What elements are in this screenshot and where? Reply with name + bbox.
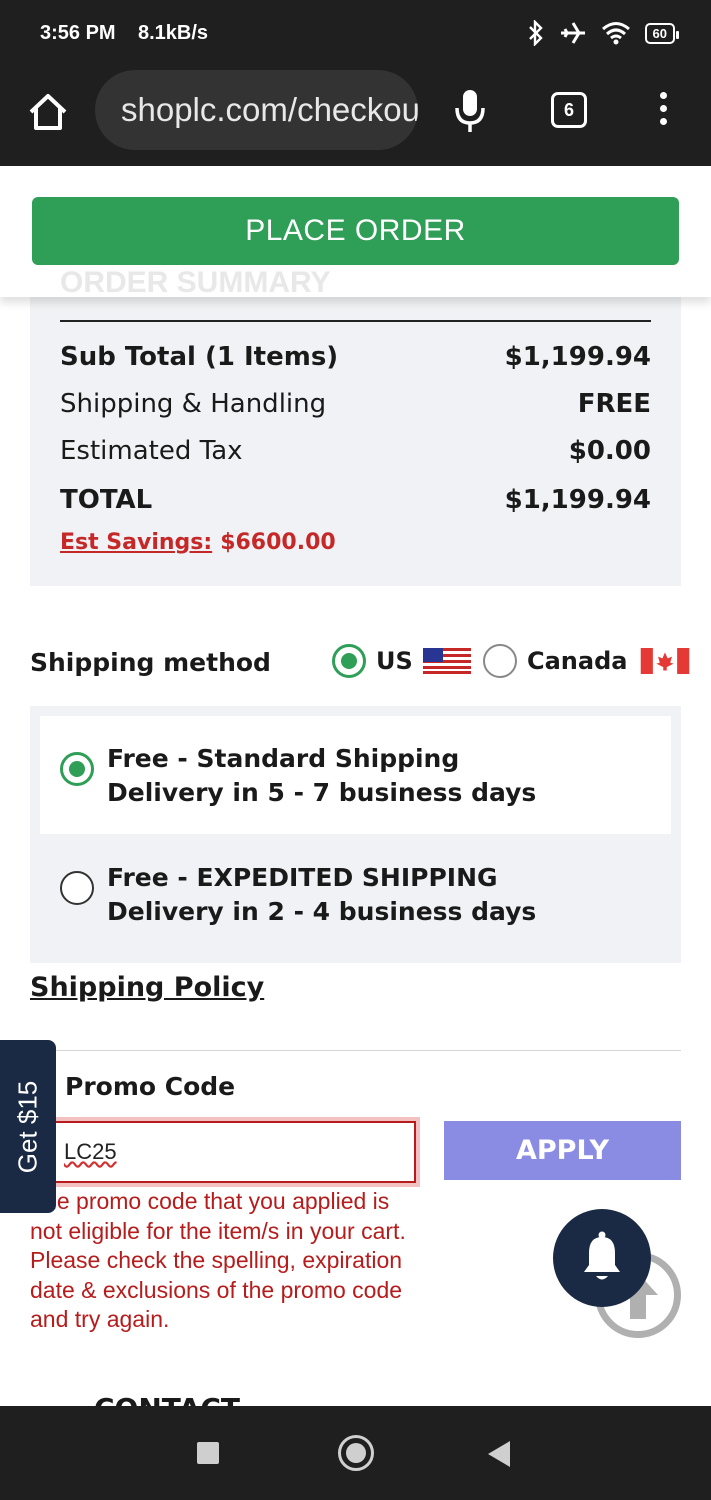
radio-canada[interactable] — [483, 644, 517, 678]
shipping-option-expedited[interactable]: Free - EXPEDITED SHIPPING Delivery in 2 … — [40, 835, 671, 953]
order-summary-title: ORDER SUMMARY — [60, 266, 331, 299]
battery-icon: 60 — [644, 22, 680, 44]
canada-flag-icon — [641, 648, 690, 674]
promo-code-label: Promo Code — [65, 1072, 236, 1101]
get-offer-tab[interactable]: Get $15 — [0, 1040, 56, 1213]
promo-code-value: LC25 — [64, 1139, 117, 1164]
shipping-option-text: Free - Standard Shipping Delivery in 5 -… — [107, 742, 536, 810]
order-summary-panel: Sub Total (1 Items) $1,199.94 Shipping &… — [30, 266, 681, 586]
total-value: $1,199.94 — [504, 485, 651, 515]
back-icon[interactable] — [488, 1441, 510, 1467]
radio-us[interactable] — [332, 644, 366, 678]
radio-expedited[interactable] — [60, 871, 94, 905]
shipping-option-title: Free - EXPEDITED SHIPPING — [107, 863, 498, 892]
apply-promo-button[interactable]: APPLY — [444, 1121, 681, 1180]
checkout-page: PLACE ORDER ORDER SUMMARY Sub Total (1 I… — [0, 166, 711, 1406]
browser-toolbar: shoplc.com/checkout 6 — [0, 68, 711, 166]
section-divider — [30, 1050, 681, 1051]
contact-section-title: CONTACT — [94, 1392, 240, 1406]
status-network-speed: 8.1kB/s — [138, 22, 209, 44]
total-label: TOTAL — [60, 485, 153, 515]
system-navigation-bar — [0, 1406, 711, 1500]
country-label-us: US — [376, 647, 413, 675]
shipping-options-panel: Free - Standard Shipping Delivery in 5 -… — [30, 706, 681, 963]
notification-bell-button[interactable] — [553, 1209, 651, 1307]
get-offer-label: Get $15 — [12, 1080, 43, 1173]
country-option-us[interactable]: US — [332, 644, 471, 678]
tax-label: Estimated Tax — [60, 436, 243, 466]
microphone-icon[interactable] — [452, 86, 488, 136]
status-icons: 60 — [527, 20, 680, 46]
est-savings-link[interactable]: Est Savings: — [60, 530, 212, 555]
url-text: shoplc.com/checkout — [121, 91, 418, 128]
tax-row: Estimated Tax $0.00 — [60, 436, 651, 466]
shipping-option-subtitle: Delivery in 5 - 7 business days — [107, 778, 537, 807]
est-savings-value: $6600.00 — [220, 530, 336, 555]
bell-icon — [584, 1231, 620, 1280]
shipping-label: Shipping & Handling — [60, 389, 327, 419]
subtotal-value: $1,199.94 — [504, 342, 651, 372]
radio-standard[interactable] — [60, 752, 94, 786]
shipping-option-standard[interactable]: Free - Standard Shipping Delivery in 5 -… — [40, 716, 671, 834]
shipping-value: FREE — [577, 389, 651, 419]
shipping-option-text: Free - EXPEDITED SHIPPING Delivery in 2 … — [107, 861, 536, 929]
wifi-icon — [601, 22, 630, 45]
address-bar[interactable]: shoplc.com/checkout — [95, 70, 418, 150]
shipping-policy-link[interactable]: Shipping Policy — [30, 972, 264, 1003]
shipping-row: Shipping & Handling FREE — [60, 389, 651, 419]
home-nav-icon[interactable] — [338, 1435, 374, 1471]
subtotal-row: Sub Total (1 Items) $1,199.94 — [60, 342, 651, 372]
us-flag-icon — [422, 648, 471, 674]
country-option-canada[interactable]: Canada — [483, 644, 693, 678]
summary-divider — [60, 320, 651, 322]
promo-error-message: The promo code that you applied is not e… — [30, 1188, 406, 1332]
shipping-method-label: Shipping method — [30, 648, 271, 677]
total-row: TOTAL $1,199.94 — [60, 485, 651, 515]
tax-value: $0.00 — [568, 436, 651, 466]
subtotal-label: Sub Total (1 Items) — [60, 342, 339, 372]
browser-menu-icon[interactable] — [656, 92, 670, 132]
est-savings: Est Savings: $6600.00 — [60, 530, 336, 555]
recents-icon[interactable] — [197, 1442, 219, 1464]
bluetooth-icon — [528, 20, 543, 46]
status-time: 3:56 PM — [40, 22, 116, 44]
airplane-icon — [560, 22, 585, 44]
home-icon[interactable] — [26, 90, 70, 134]
country-label-canada: Canada — [527, 647, 628, 675]
promo-code-input[interactable]: LC25 — [54, 1121, 416, 1183]
shipping-option-subtitle: Delivery in 2 - 4 business days — [107, 897, 537, 926]
tab-switcher-button[interactable]: 6 — [551, 92, 587, 128]
shipping-option-title: Free - Standard Shipping — [107, 744, 460, 773]
status-bar: 3:56 PM 8.1kB/s 60 — [0, 0, 711, 68]
place-order-button[interactable]: PLACE ORDER — [32, 197, 679, 265]
